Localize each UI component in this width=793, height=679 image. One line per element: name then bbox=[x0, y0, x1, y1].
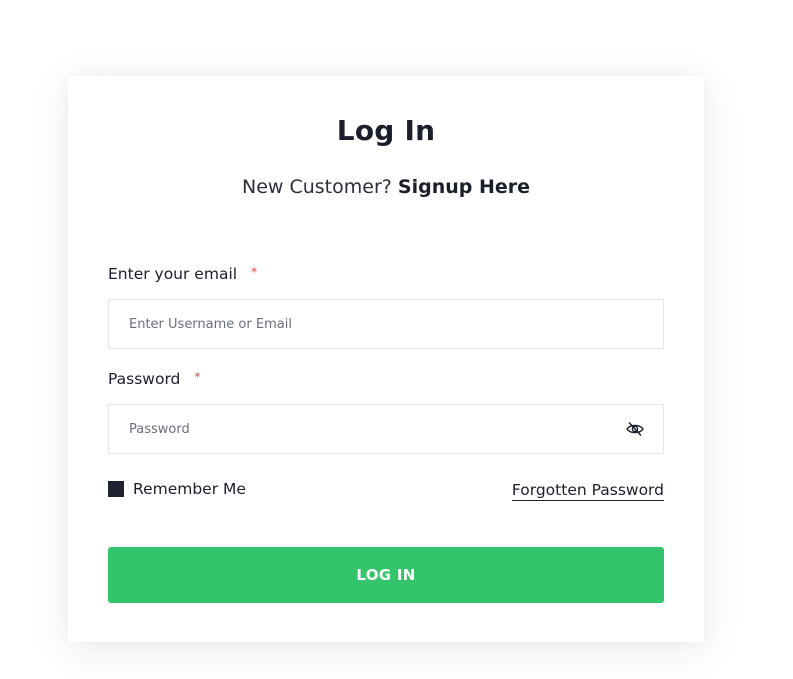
eye-slash-icon[interactable] bbox=[625, 419, 645, 439]
signup-prompt: New Customer? Signup Here bbox=[68, 176, 704, 198]
password-required-marker: * bbox=[194, 370, 201, 384]
forgot-password-link[interactable]: Forgotten Password bbox=[511, 480, 664, 501]
email-label: Enter your email * bbox=[108, 265, 257, 283]
email-field-box bbox=[108, 299, 664, 349]
login-card: Log In New Customer? Signup Here Enter y… bbox=[68, 76, 704, 642]
password-label: Password * bbox=[108, 370, 200, 388]
login-button[interactable]: LOG IN bbox=[108, 547, 664, 603]
signup-link[interactable]: Signup Here bbox=[398, 176, 530, 198]
password-field-box bbox=[108, 404, 664, 454]
email-required-marker: * bbox=[251, 265, 258, 279]
remember-me-checkbox[interactable] bbox=[108, 481, 124, 497]
remember-me-toggle[interactable]: Remember Me bbox=[108, 480, 246, 498]
signup-prompt-text: New Customer? bbox=[241, 176, 392, 198]
email-label-text: Enter your email bbox=[108, 265, 238, 283]
remember-me-label: Remember Me bbox=[133, 480, 246, 498]
password-field[interactable] bbox=[109, 405, 609, 453]
page-title: Log In bbox=[336, 114, 436, 147]
password-label-text: Password bbox=[108, 370, 181, 388]
email-field[interactable] bbox=[109, 300, 609, 348]
